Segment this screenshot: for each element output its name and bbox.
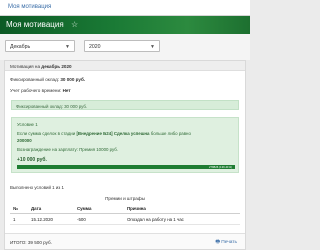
- printer-icon: 🖶: [215, 240, 220, 245]
- column-header-number: №: [10, 204, 28, 214]
- table-header-row: № Дата Сумма Причина: [10, 204, 240, 214]
- time-tracking-info: Учет рабочего времени: Нет: [10, 88, 71, 93]
- month-select[interactable]: Декабрь ▼: [5, 40, 75, 52]
- filter-bar: Декабрь ▼ 2020 ▼: [0, 34, 250, 60]
- fixed-salary-box: Фиксированный оклад: 30 000 руб.: [11, 100, 239, 110]
- panel-footer: ИТОГО: 39 500 руб. 🖶 Печать: [5, 233, 245, 249]
- year-select[interactable]: 2020 ▼: [84, 40, 160, 52]
- month-select-value: Декабрь: [10, 44, 31, 50]
- condition-title: Условие 1: [17, 122, 38, 127]
- chevron-down-icon: ▼: [65, 44, 70, 50]
- page-banner: Моя мотивация ☆: [0, 16, 250, 34]
- year-select-value: 2020: [89, 44, 101, 50]
- table-row: 1 15.12.2020 -500 Опоздал на работу на 1…: [10, 213, 240, 225]
- print-label: Печать: [221, 240, 237, 245]
- star-icon[interactable]: ☆: [71, 20, 78, 29]
- chevron-down-icon: ▼: [150, 44, 155, 50]
- top-bar: Моя мотивация: [0, 0, 250, 16]
- bonuses-penalties-table: № Дата Сумма Причина 1 15.12.2020 -500 О…: [10, 204, 240, 225]
- fixed-salary-box-text: Фиксированный оклад: 30 000 руб.: [16, 103, 88, 109]
- motivation-panel: Мотивация на декабрь 2020 Фиксированный …: [4, 60, 246, 250]
- page-title: Моя мотивация: [6, 20, 64, 29]
- nav-link-my-motivation[interactable]: Моя мотивация: [8, 4, 51, 10]
- panel-header: Мотивация на декабрь 2020: [5, 61, 245, 71]
- cell-reason: Опоздал на работу на 1 час: [124, 213, 240, 225]
- progress-fill: [17, 165, 235, 169]
- cell-date: 15.12.2020: [28, 213, 74, 225]
- column-header-reason: Причина: [124, 204, 240, 214]
- column-header-date: Дата: [28, 204, 74, 214]
- print-button[interactable]: 🖶 Печать: [215, 239, 237, 247]
- cell-number: 1: [10, 213, 28, 225]
- bonuses-penalties-title: Премии и штрафы: [105, 196, 145, 201]
- total-amount: ИТОГО: 39 500 руб.: [10, 240, 52, 245]
- condition-progress-bar: 278826 (139.41%): [17, 165, 235, 169]
- fixed-salary-info: Фиксированный оклад: 30 000 руб.: [10, 77, 86, 82]
- panel-header-text: Мотивация на декабрь 2020: [10, 63, 72, 69]
- condition-bonus: +10 000 руб.: [17, 157, 47, 163]
- condition-box: Условие 1 Если сумма сделок в стадии [Вн…: [11, 117, 239, 173]
- condition-line-1: Если сумма сделок в стадии [Внедрение Б2…: [17, 131, 191, 136]
- progress-label: 278826 (139.41%): [208, 165, 232, 169]
- cell-amount: -500: [74, 213, 124, 225]
- column-header-amount: Сумма: [74, 204, 124, 214]
- conditions-done-text: Выполнено условий 1 из 1: [10, 185, 64, 190]
- condition-reward: Вознаграждение на зарплату: Премия 10000…: [17, 147, 119, 152]
- condition-line-2: 200000: [17, 138, 32, 143]
